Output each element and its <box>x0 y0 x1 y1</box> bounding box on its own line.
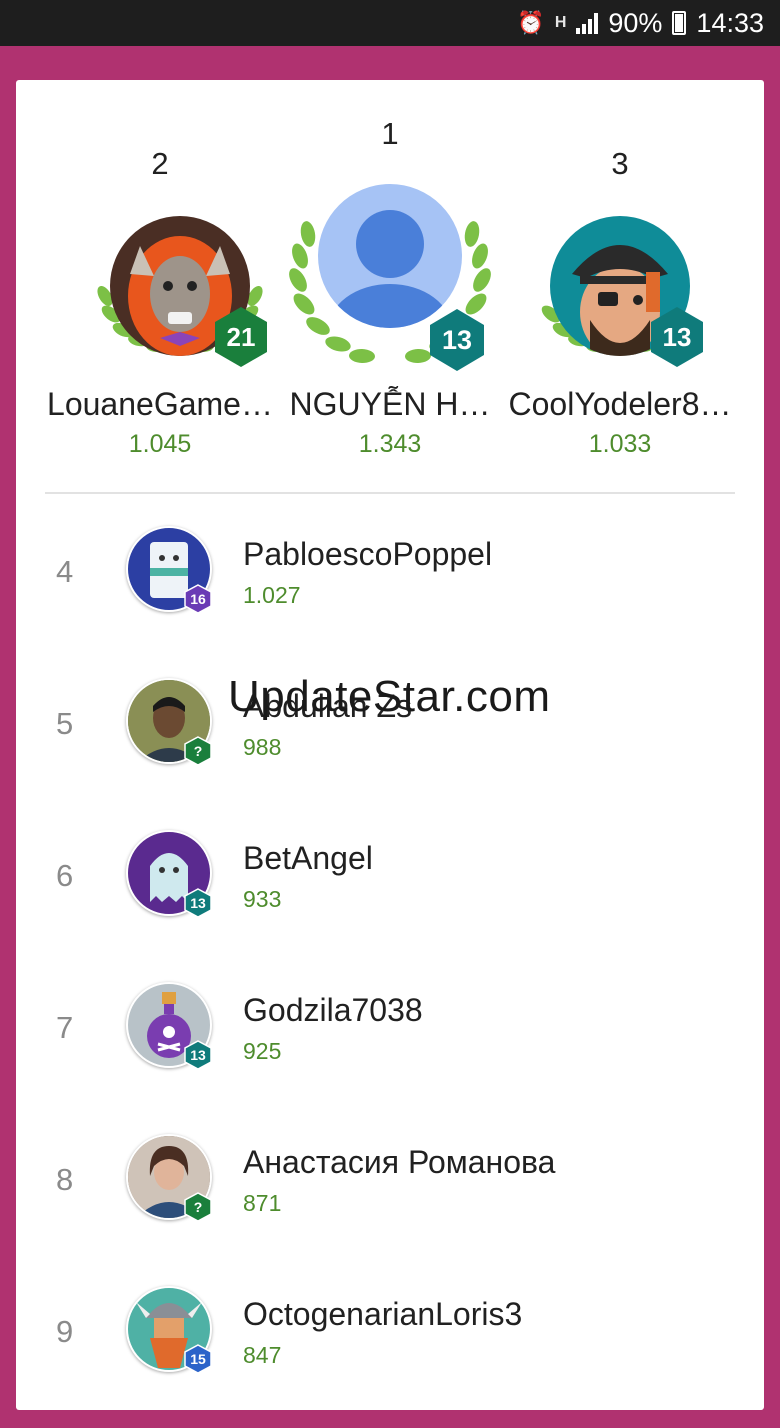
row-rank: 6 <box>56 858 74 893</box>
battery-icon <box>672 11 687 35</box>
leaderboard-row[interactable]: 4 16 PabloescoPoppel 1.027 <box>16 516 764 668</box>
player-name: Godzila7038 <box>243 992 423 1028</box>
player-name: OctogenarianLoris3 <box>243 1296 523 1332</box>
podium-entry-2[interactable]: 2 21 LouaneGame… 1.045 <box>40 80 280 480</box>
watermark: UpdateStar.com <box>228 672 551 721</box>
player-score: 871 <box>243 1190 282 1216</box>
player-name: Анастасия Романова <box>243 1144 556 1180</box>
alarm-icon: ⏰ <box>517 10 545 35</box>
row-rank: 4 <box>56 554 74 589</box>
level-badge: ? <box>184 1192 212 1222</box>
signal-icon <box>576 12 599 34</box>
player-score: 847 <box>243 1342 282 1368</box>
status-bar: ⏰ H 90% 14:33 <box>0 0 780 46</box>
player-name: CoolYodeler8… <box>508 386 732 422</box>
podium-entry-1[interactable]: 1 13 NGUYỄN H… 1.343 <box>270 80 510 480</box>
leaderboard-row[interactable]: 6 13 BetAngel 933 <box>16 820 764 972</box>
player-score: 988 <box>243 734 282 760</box>
player-score: 1.343 <box>358 430 422 458</box>
leaderboard-card: 2 21 LouaneGame… 1.045 1 13 NGUYỄN H… 1.… <box>16 80 764 1410</box>
leaderboard-row[interactable]: 8 ? Анастасия Романова 871 <box>16 1124 764 1276</box>
podium-entry-3[interactable]: 3 13 CoolYodeler8… 1.033 <box>500 80 740 480</box>
level-badge: ? <box>184 736 212 766</box>
clock: 14:33 <box>696 7 764 38</box>
leaderboard-row[interactable]: 7 13 Godzila7038 925 <box>16 972 764 1124</box>
podium-rank: 1 <box>381 116 399 151</box>
player-name: NGUYỄN H… <box>289 386 491 422</box>
level-badge: 13 <box>184 1040 212 1070</box>
player-score: 933 <box>243 886 282 912</box>
network-h-icon: H <box>554 14 567 31</box>
level-badge: 13 <box>184 888 212 918</box>
player-score: 1.045 <box>128 430 192 458</box>
row-rank: 5 <box>56 706 74 741</box>
leaderboard-row[interactable]: 9 15 OctogenarianLoris3 847 <box>16 1276 764 1428</box>
row-rank: 7 <box>56 1010 74 1045</box>
divider <box>45 492 735 494</box>
battery-percent: 90% <box>608 7 663 38</box>
default-person-avatar <box>318 184 462 328</box>
player-name: LouaneGame… <box>47 386 273 422</box>
podium-rank: 3 <box>611 146 629 181</box>
level-badge: 16 <box>184 584 212 614</box>
level-badge: 21 <box>213 306 269 368</box>
player-score: 925 <box>243 1038 282 1064</box>
player-score: 1.033 <box>588 430 652 458</box>
player-name: PabloescoPoppel <box>243 536 493 572</box>
player-name: BetAngel <box>243 840 373 876</box>
row-rank: 9 <box>56 1314 74 1349</box>
row-rank: 8 <box>56 1162 74 1197</box>
level-badge: 13 <box>649 306 705 368</box>
level-badge: 13 <box>428 308 486 372</box>
level-badge: 15 <box>184 1344 212 1374</box>
player-score: 1.027 <box>243 582 301 608</box>
podium-rank: 2 <box>151 146 169 181</box>
